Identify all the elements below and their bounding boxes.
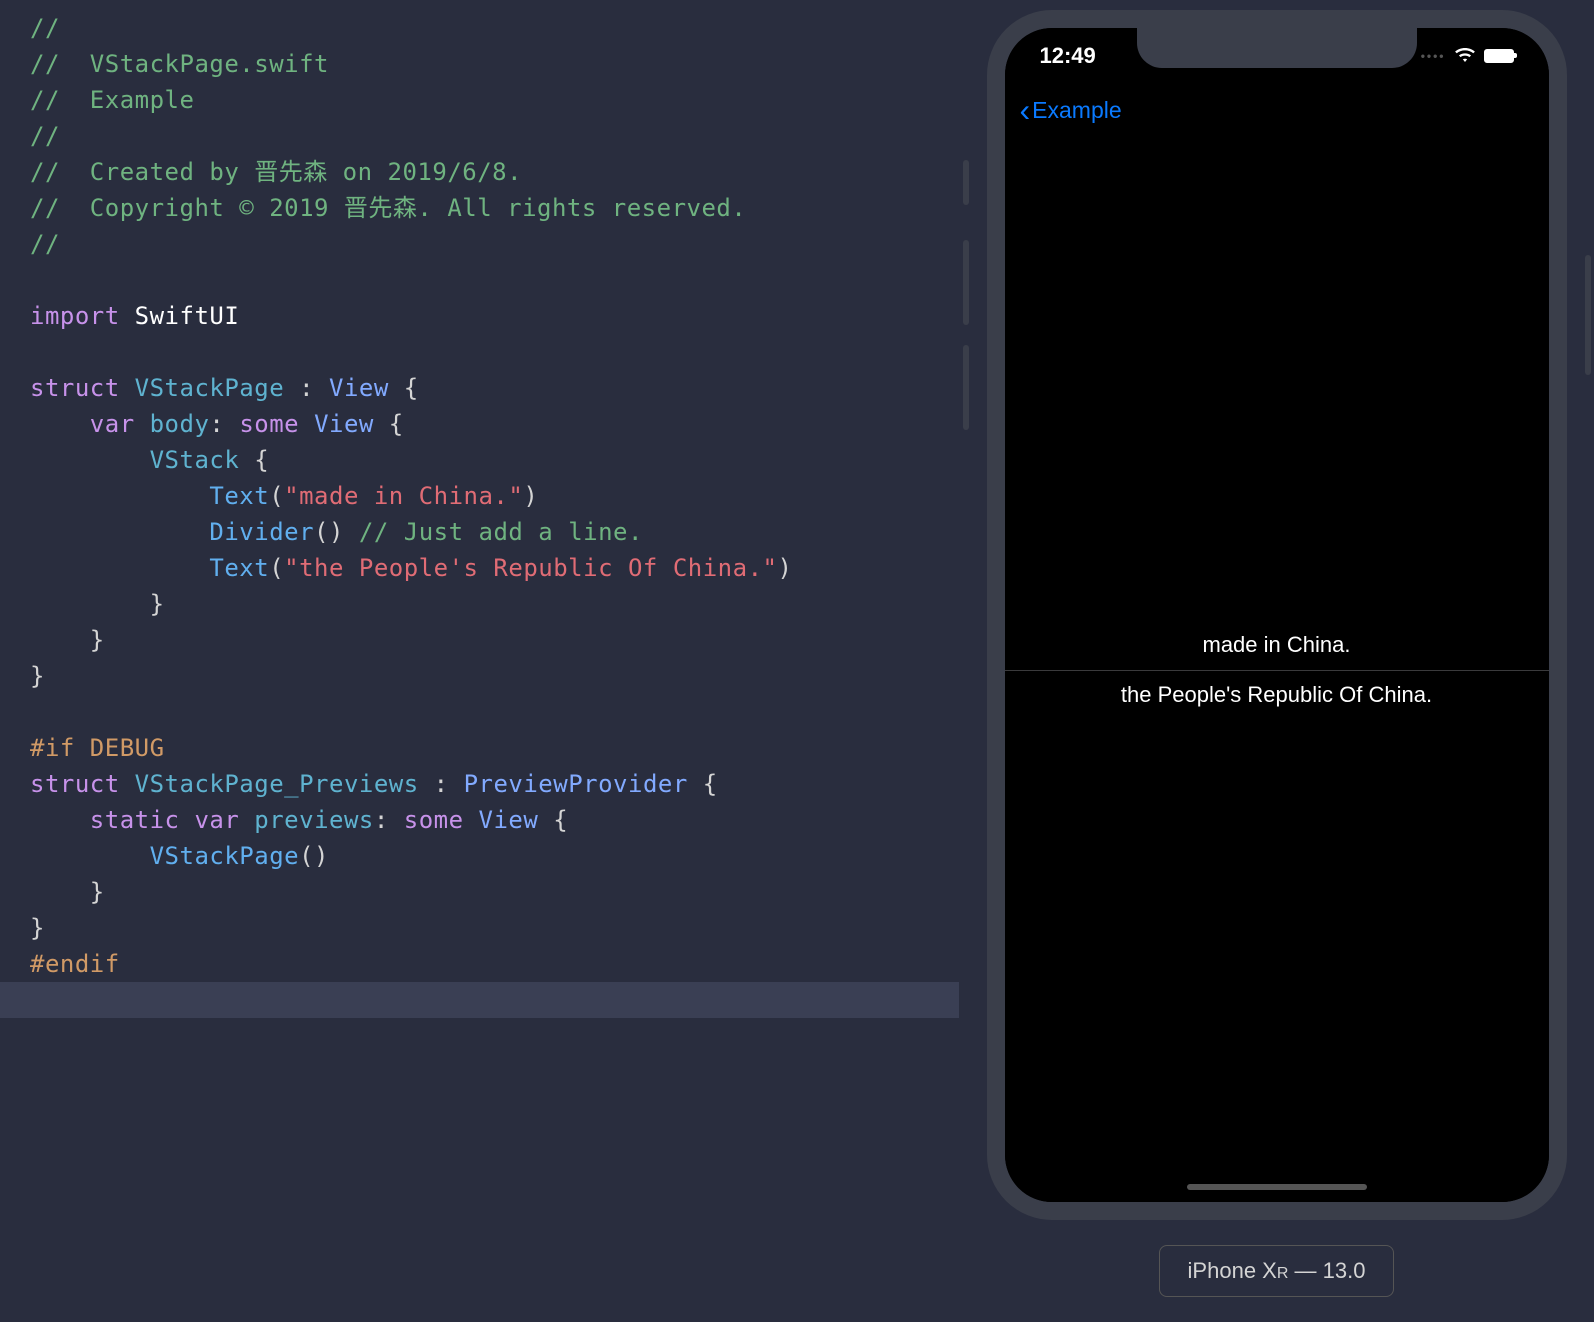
wifi-icon: [1454, 48, 1476, 64]
code-line: var body: some View {: [30, 406, 959, 442]
phone-silence-switch: [963, 160, 969, 205]
code-line: }: [30, 910, 959, 946]
back-label: Example: [1032, 97, 1121, 124]
vstack: made in China. the People's Republic Of …: [1005, 632, 1549, 709]
phone-volume-up: [963, 240, 969, 325]
code-line: }: [30, 586, 959, 622]
status-time: 12:49: [1040, 43, 1096, 69]
text-label: made in China.: [1203, 632, 1351, 658]
home-indicator[interactable]: [1187, 1184, 1367, 1190]
code-line: Text("the People's Republic Of China."): [30, 550, 959, 586]
code-line: //: [30, 226, 959, 262]
code-line: VStack {: [30, 442, 959, 478]
navigation-bar: ‹ Example: [1005, 83, 1549, 138]
code-line: //: [30, 118, 959, 154]
code-line: struct VStackPage_Previews : PreviewProv…: [30, 766, 959, 802]
content-area: made in China. the People's Republic Of …: [1005, 138, 1549, 1202]
phone-volume-down: [963, 345, 969, 430]
code-line: [30, 694, 959, 730]
code-line: Divider() // Just add a line.: [30, 514, 959, 550]
code-line: }: [30, 622, 959, 658]
code-line: }: [30, 658, 959, 694]
chevron-left-icon: ‹: [1020, 92, 1031, 129]
cursor-line: [0, 982, 959, 1018]
phone-screen[interactable]: 12:49 •••• ‹ Example: [1005, 28, 1549, 1202]
code-line: [30, 262, 959, 298]
back-button[interactable]: ‹ Example: [1020, 92, 1122, 129]
phone-simulator: 12:49 •••• ‹ Example: [987, 10, 1567, 1220]
code-line: }: [30, 874, 959, 910]
device-selector[interactable]: iPhone XR — 13.0: [1159, 1245, 1395, 1297]
divider: [1005, 670, 1549, 671]
preview-pane: 12:49 •••• ‹ Example: [959, 0, 1594, 1322]
code-line: static var previews: some View {: [30, 802, 959, 838]
code-line: [30, 334, 959, 370]
code-line: // Copyright © 2019 晋先森. All rights rese…: [30, 190, 959, 226]
code-line: Text("made in China."): [30, 478, 959, 514]
code-line: #endif: [30, 946, 959, 982]
cellular-icon: ••••: [1421, 49, 1446, 63]
code-line: // Example: [30, 82, 959, 118]
phone-notch: [1137, 28, 1417, 68]
code-line: #if DEBUG: [30, 730, 959, 766]
code-line: import SwiftUI: [30, 298, 959, 334]
code-line: // VStackPage.swift: [30, 46, 959, 82]
code-line: struct VStackPage : View {: [30, 370, 959, 406]
phone-power-button: [1585, 255, 1591, 375]
battery-icon: [1484, 49, 1514, 63]
status-indicators: ••••: [1421, 48, 1514, 64]
code-line: // Created by 晋先森 on 2019/6/8.: [30, 154, 959, 190]
code-line: //: [30, 10, 959, 46]
code-line: VStackPage(): [30, 838, 959, 874]
text-label: the People's Republic Of China.: [1121, 682, 1432, 708]
code-editor[interactable]: // // VStackPage.swift // Example // // …: [0, 0, 959, 1322]
